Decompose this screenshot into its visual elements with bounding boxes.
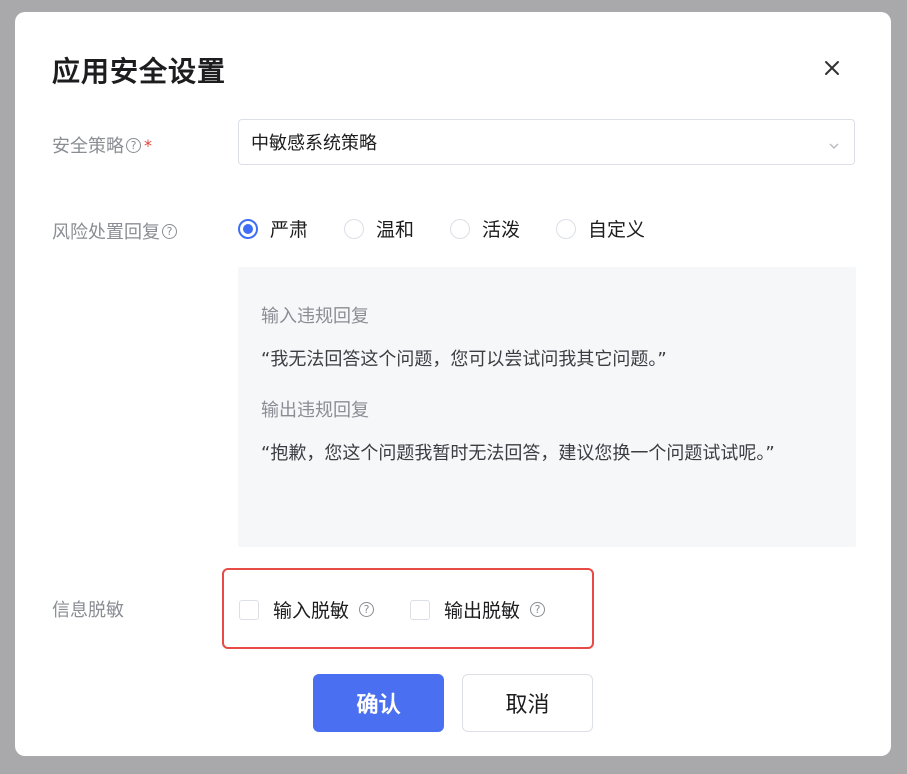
radio-checked-icon [238, 218, 258, 239]
risk-reply-label: 风险处置回复 ? [52, 218, 177, 244]
radio-option-lively[interactable]: 活泼 [450, 215, 520, 242]
reply-preview-box: 输入违规回复 “我无法回答这个问题，您可以尝试问我其它问题。” 输出违规回复 “… [238, 267, 856, 547]
help-icon[interactable]: ? [162, 223, 177, 239]
output-violation-text: “抱歉，您这个问题我暂时无法回答，建议您换一个问题试试呢。” [261, 443, 775, 464]
desensitize-label: 信息脱敏 [52, 600, 124, 621]
security-policy-select[interactable]: 中敏感系统策略 [238, 119, 855, 165]
checkbox-icon [410, 599, 431, 620]
risk-reply-radio-group: 严肃 温和 活泼 自定义 [238, 215, 681, 242]
input-violation-title: 输入违规回复 [261, 306, 369, 327]
dialog-title: 应用安全设置 [52, 55, 227, 88]
confirm-button[interactable]: 确认 [313, 674, 444, 732]
checkbox-input-desensitize[interactable]: 输入脱敏 ? [239, 596, 375, 623]
desensitize-checkbox-group: 输入脱敏 ? 输出脱敏 ? [239, 596, 581, 623]
output-violation-title: 输出违规回复 [261, 400, 369, 421]
radio-unchecked-icon [556, 218, 577, 239]
security-settings-dialog: 应用安全设置 安全策略 ? * 中敏感系统策略 风险处置回复 ? 严肃 温和 活… [15, 12, 891, 756]
cancel-button[interactable]: 取消 [462, 674, 593, 732]
close-icon[interactable] [820, 56, 844, 80]
security-policy-label: 安全策略 ? * [52, 135, 152, 158]
input-violation-text: “我无法回答这个问题，您可以尝试问我其它问题。” [261, 349, 667, 370]
radio-option-custom[interactable]: 自定义 [556, 215, 645, 242]
checkbox-icon [239, 599, 259, 620]
help-icon[interactable]: ? [126, 137, 141, 153]
chevron-down-icon [828, 136, 840, 149]
security-policy-value: 中敏感系统策略 [251, 133, 377, 154]
radio-option-mild[interactable]: 温和 [344, 215, 414, 242]
checkbox-output-desensitize[interactable]: 输出脱敏 ? [410, 596, 546, 623]
radio-unchecked-icon [344, 218, 365, 239]
radio-option-serious[interactable]: 严肃 [238, 215, 308, 242]
radio-unchecked-icon [450, 218, 471, 239]
help-icon[interactable]: ? [359, 602, 375, 617]
help-icon[interactable]: ? [530, 602, 546, 617]
required-mark: * [144, 135, 152, 155]
